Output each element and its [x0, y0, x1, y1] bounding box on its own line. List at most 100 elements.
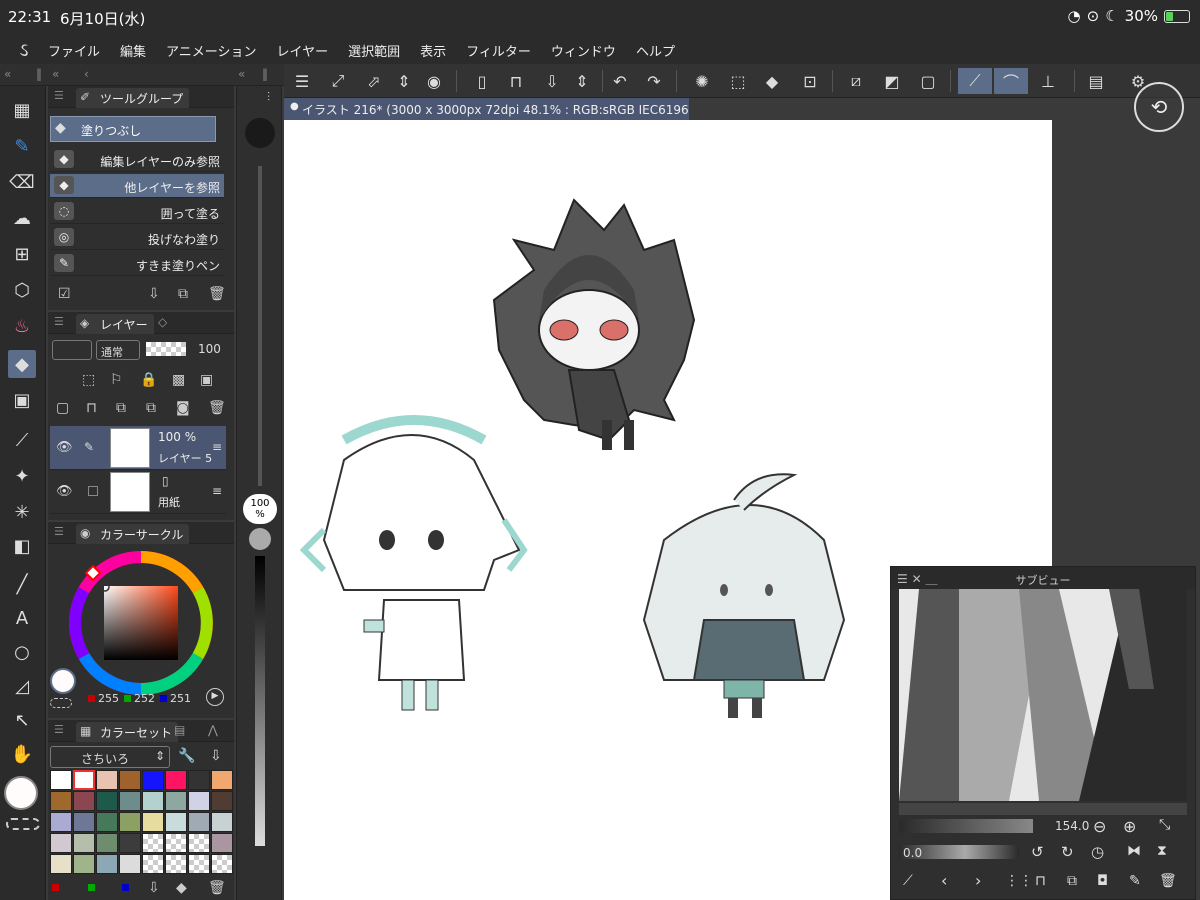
- spinner-icon[interactable]: ⇕: [568, 68, 596, 94]
- subtool-item[interactable]: ◆ 編集レイヤーのみ参照: [50, 148, 224, 172]
- layer-color-select[interactable]: [52, 340, 92, 360]
- merge-down-icon[interactable]: ⧉: [146, 400, 156, 416]
- invert-selection-icon[interactable]: ◩: [878, 68, 906, 94]
- rotate-right-icon[interactable]: ↻: [1061, 843, 1074, 861]
- grip-icon[interactable]: ☰: [54, 525, 64, 538]
- color-swatch[interactable]: [165, 854, 187, 874]
- eyedropper-icon[interactable]: ⟋: [8, 426, 36, 454]
- loading-icon[interactable]: ✺: [688, 68, 716, 94]
- camera-icon[interactable]: ◘: [1097, 873, 1108, 889]
- trash-icon[interactable]: 🗑: [208, 400, 226, 416]
- current-tool-field[interactable]: ◆ 塗りつぶし: [50, 116, 216, 142]
- layer-row[interactable]: 👁 ▯ 用紙 ≡: [50, 470, 226, 514]
- select-all-icon[interactable]: ⬚: [724, 68, 752, 94]
- color-swatch[interactable]: [96, 854, 118, 874]
- snap-brush-icon[interactable]: ⌒: [994, 68, 1028, 94]
- save-icon[interactable]: ⇩: [538, 68, 566, 94]
- new-raster-layer-icon[interactable]: ▢: [56, 400, 69, 416]
- frame-icon[interactable]: ◿: [8, 672, 36, 700]
- blue-swatch-icon[interactable]: [122, 884, 129, 891]
- color-swatch[interactable]: [73, 770, 95, 790]
- main-color-swatch[interactable]: [4, 776, 38, 810]
- flip-horizontal-icon[interactable]: ⧓: [1127, 843, 1141, 859]
- record-icon[interactable]: ◉: [420, 68, 448, 94]
- color-swatch[interactable]: [211, 812, 233, 832]
- tab-tool-group[interactable]: ✐ ツールグループ: [76, 88, 190, 108]
- transparent-color-swatch[interactable]: [6, 818, 40, 830]
- grip-icon[interactable]: ‖: [36, 67, 42, 81]
- color-swatch[interactable]: [142, 833, 164, 853]
- opacity-slider[interactable]: [255, 556, 265, 846]
- menu-help[interactable]: ヘルプ: [636, 41, 675, 60]
- blend-icon[interactable]: ☁: [8, 204, 36, 232]
- lock-transparency-icon[interactable]: ▩: [172, 372, 185, 388]
- menu-edit[interactable]: 編集: [120, 41, 146, 60]
- color-swatch[interactable]: [96, 812, 118, 832]
- eraser-icon[interactable]: ⌫: [8, 168, 36, 196]
- sub-view-scrollbar[interactable]: [899, 803, 1187, 815]
- color-swatch[interactable]: [119, 833, 141, 853]
- color-swatch-grid[interactable]: [50, 770, 233, 874]
- color-wheel[interactable]: [68, 550, 214, 696]
- color-swatch[interactable]: [188, 791, 210, 811]
- play-icon[interactable]: ▶: [206, 688, 224, 706]
- magic-wand-icon[interactable]: ✳: [8, 498, 36, 526]
- eye-icon[interactable]: 👁: [56, 484, 73, 499]
- color-swatch[interactable]: [119, 791, 141, 811]
- collapse-icon[interactable]: «: [52, 67, 59, 81]
- color-swatch[interactable]: [188, 833, 210, 853]
- import-icon[interactable]: ⇩: [210, 748, 222, 764]
- color-swatch[interactable]: [188, 770, 210, 790]
- zoom-in-icon[interactable]: ⊕: [1123, 817, 1136, 836]
- fit-icon[interactable]: ⤡: [1159, 817, 1170, 833]
- color-swatch[interactable]: [142, 770, 164, 790]
- trash-icon[interactable]: 🗑: [208, 880, 226, 896]
- intermediate-color-icon[interactable]: ▤: [174, 723, 185, 737]
- reset-rotation-icon[interactable]: ◷: [1091, 843, 1104, 861]
- color-swatch[interactable]: [96, 791, 118, 811]
- color-swatch[interactable]: [142, 854, 164, 874]
- clip-icon[interactable]: ⬚: [82, 372, 95, 388]
- text-icon[interactable]: A: [8, 604, 36, 632]
- menu-file[interactable]: ファイル: [48, 41, 100, 60]
- undo-icon[interactable]: ↶: [606, 68, 634, 94]
- subtool-item[interactable]: ◌ 囲って塗る: [50, 200, 224, 224]
- color-swatch[interactable]: [188, 812, 210, 832]
- tab-layer[interactable]: ◈ レイヤー: [76, 314, 154, 334]
- reference-layer-icon[interactable]: ⚐: [110, 372, 123, 388]
- color-swatch[interactable]: [211, 770, 233, 790]
- checkbox[interactable]: [88, 486, 98, 496]
- sub-view-image[interactable]: [899, 589, 1187, 801]
- line-icon[interactable]: ╱: [8, 570, 36, 598]
- chevron-left-icon[interactable]: ‹: [941, 871, 947, 890]
- fill-icon[interactable]: ◆: [176, 880, 187, 896]
- balloon-icon[interactable]: ○: [8, 638, 36, 666]
- menu-layer[interactable]: レイヤー: [277, 41, 329, 60]
- zoom-out-icon[interactable]: ⊖: [1093, 817, 1106, 836]
- settings-sliders-icon[interactable]: ⫶: [267, 90, 270, 105]
- fill-icon[interactable]: ◆: [758, 68, 786, 94]
- rotate-canvas-button[interactable]: ⟲: [1134, 82, 1184, 132]
- tab-color-set[interactable]: ▦ カラーセット: [76, 722, 179, 742]
- grip-icon[interactable]: ☰: [54, 315, 64, 328]
- grip-icon[interactable]: ☰: [54, 89, 64, 102]
- layer-row[interactable]: 👁 ✎ 100 % レイヤー 5 ≡: [50, 426, 226, 470]
- snap-line-icon[interactable]: ⊥: [1034, 68, 1062, 94]
- color-swatch[interactable]: [73, 812, 95, 832]
- chevron-left-icon[interactable]: ‹: [84, 67, 89, 81]
- clear-selection-icon[interactable]: ⧄: [842, 68, 870, 94]
- menu-filter[interactable]: フィルター: [466, 41, 531, 60]
- transform-icon[interactable]: ⊡: [796, 68, 824, 94]
- color-swatch[interactable]: [73, 791, 95, 811]
- spinner-icon[interactable]: ⇕: [390, 68, 418, 94]
- color-swatch[interactable]: [165, 812, 187, 832]
- redo-icon[interactable]: ↷: [640, 68, 668, 94]
- selection-icon[interactable]: ▢: [914, 68, 942, 94]
- green-swatch-icon[interactable]: [88, 884, 95, 891]
- zoom-slider[interactable]: [899, 819, 1033, 833]
- color-swatch[interactable]: [165, 770, 187, 790]
- menu-view[interactable]: 表示: [420, 41, 446, 60]
- opacity-slider[interactable]: [146, 342, 186, 356]
- eye-icon[interactable]: 👁: [56, 440, 73, 455]
- layer-property-icon[interactable]: ◇: [158, 315, 167, 329]
